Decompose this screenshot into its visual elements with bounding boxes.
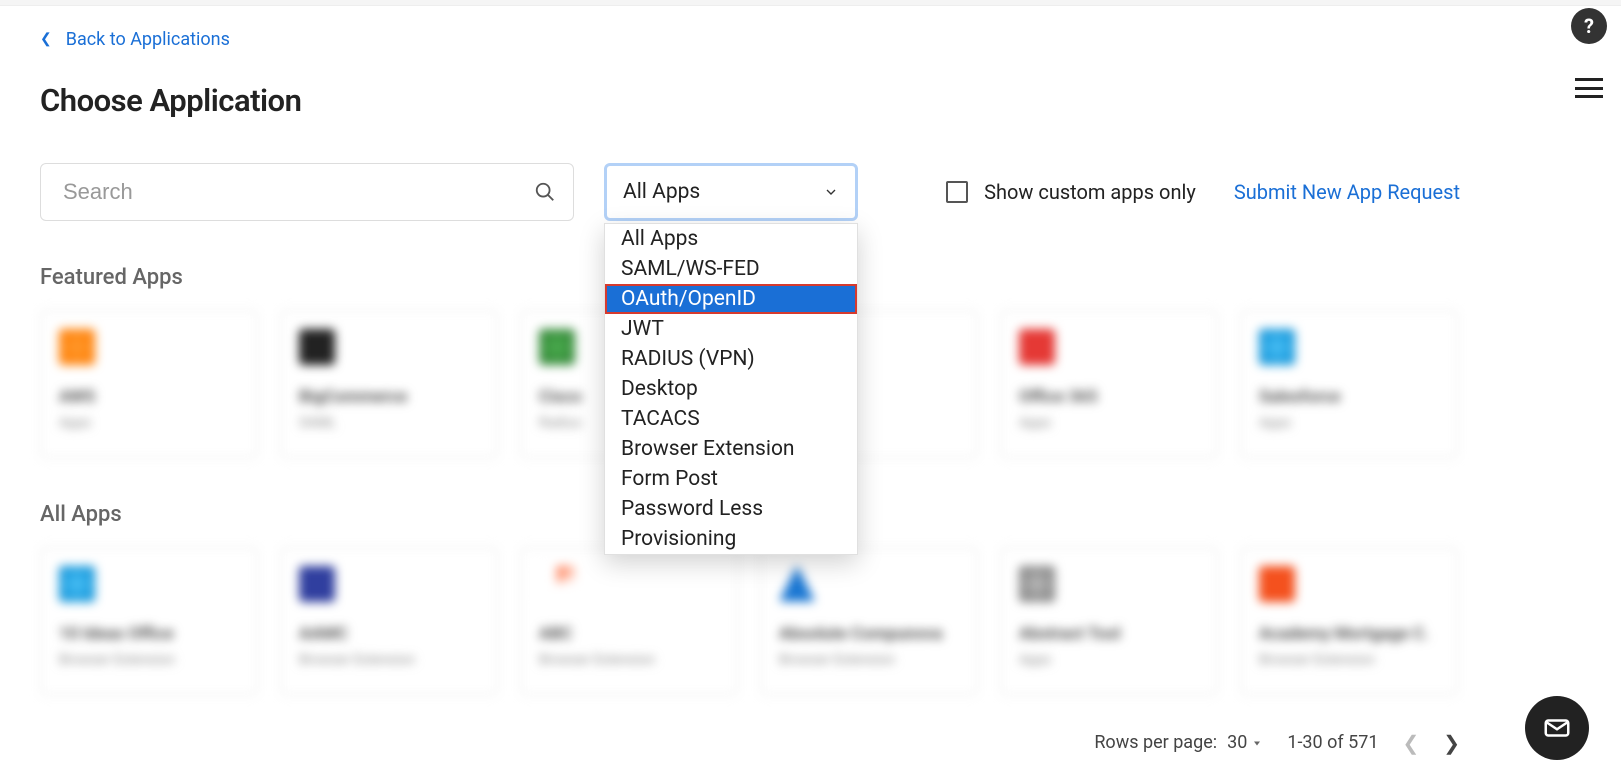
dropdown-option[interactable]: JWT (605, 314, 857, 344)
app-subtitle: Browser Extension (299, 652, 479, 668)
dropdown-option[interactable]: TACACS (605, 404, 857, 434)
main-content: ❮ Back to Applications Choose Applicatio… (0, 6, 1500, 695)
all-apps-row: 10 Ideas Office Browser Extension AAMC Brow… (40, 547, 1460, 695)
app-name: Academy Mortgage C. (1259, 624, 1439, 644)
search-field-wrap (40, 163, 574, 221)
app-subtitle: Browser Extension (1259, 652, 1439, 668)
app-name: Abstract Tool (1019, 624, 1199, 644)
app-card[interactable]: AAMC Browser Extension (280, 547, 498, 695)
app-name: Office 365 (1019, 387, 1199, 407)
app-subtitle: SAML (299, 415, 479, 431)
app-name: AWS (59, 387, 239, 407)
app-name: AAMC (299, 624, 479, 644)
dropdown-option[interactable]: Provisioning (605, 524, 857, 554)
menu-button[interactable] (1575, 78, 1603, 98)
chevron-left-icon: ❮ (40, 31, 52, 47)
app-icon (779, 566, 815, 602)
custom-only-wrap: Show custom apps only Submit New App Req… (946, 180, 1460, 204)
app-type-select[interactable]: All Apps (604, 163, 858, 221)
dropdown-option[interactable]: All Apps (605, 224, 857, 254)
back-link-label: Back to Applications (66, 29, 230, 50)
app-icon (1259, 566, 1295, 602)
app-name: BigCommerce (299, 387, 479, 407)
app-icon (539, 566, 575, 602)
app-subtitle: Browser Extension (779, 652, 959, 668)
app-name: Salesforce (1259, 387, 1439, 407)
right-rail: ? (1571, 8, 1607, 98)
app-subtitle: Apps (1019, 415, 1199, 431)
app-subtitle: Apps (1259, 415, 1439, 431)
app-type-dropdown: All AppsSAML/WS-FEDOAuth/OpenIDJWTRADIUS… (604, 223, 858, 555)
caret-down-icon (1251, 737, 1263, 749)
rows-per-page-select[interactable]: 30 (1227, 732, 1263, 753)
search-icon (534, 181, 556, 203)
back-to-applications-link[interactable]: ❮ Back to Applications (40, 29, 230, 50)
chevron-down-icon (823, 184, 839, 200)
controls-row: All Apps All AppsSAML/WS-FEDOAuth/OpenID… (40, 163, 1460, 221)
app-subtitle: Browser Extension (539, 652, 719, 668)
app-name: 10 Ideas Office (59, 624, 239, 644)
rows-per-page-label: Rows per page: (1094, 732, 1217, 753)
app-icon (59, 329, 95, 365)
app-icon (1259, 329, 1295, 365)
app-card[interactable]: Absolute Compunova Browser Extension (760, 547, 978, 695)
next-page-button[interactable]: ❯ (1443, 731, 1460, 755)
app-type-filter: All Apps All AppsSAML/WS-FEDOAuth/OpenID… (604, 163, 858, 221)
dropdown-option[interactable]: RADIUS (VPN) (605, 344, 857, 374)
app-subtitle: Apps (59, 415, 239, 431)
app-icon (299, 329, 335, 365)
dropdown-option[interactable]: Form Post (605, 464, 857, 494)
custom-only-label: Show custom apps only (984, 180, 1196, 204)
app-card[interactable]: Abstract Tool Apps (1000, 547, 1218, 695)
custom-only-checkbox[interactable] (946, 181, 968, 203)
app-subtitle: Apps (1019, 652, 1199, 668)
pagination-range: 1-30 of 571 (1287, 732, 1378, 753)
app-subtitle: Browser Extension (59, 652, 239, 668)
app-card[interactable]: BigCommerce SAML (280, 310, 498, 458)
page-title: Choose Application (40, 82, 1460, 119)
app-icon (299, 566, 335, 602)
dropdown-option[interactable]: Password Less (605, 494, 857, 524)
help-button[interactable]: ? (1571, 8, 1607, 44)
dropdown-option[interactable]: SAML/WS-FED (605, 254, 857, 284)
mail-icon (1542, 713, 1572, 743)
app-icon (59, 566, 95, 602)
app-icon (539, 329, 575, 365)
search-input[interactable] (40, 163, 574, 221)
app-type-current: All Apps (623, 180, 700, 204)
prev-page-button[interactable]: ❮ (1402, 731, 1419, 755)
app-name: Absolute Compunova (779, 624, 959, 644)
chat-button[interactable] (1525, 696, 1589, 760)
app-name: ABC (539, 624, 719, 644)
dropdown-option[interactable]: Browser Extension (605, 434, 857, 464)
dropdown-option[interactable]: Desktop (605, 374, 857, 404)
app-card[interactable]: Salesforce Apps (1240, 310, 1458, 458)
app-card[interactable]: ABC Browser Extension (520, 547, 738, 695)
app-card[interactable]: 10 Ideas Office Browser Extension (40, 547, 258, 695)
app-card[interactable]: AWS Apps (40, 310, 258, 458)
app-card[interactable]: Office 365 Apps (1000, 310, 1218, 458)
app-icon (1019, 329, 1055, 365)
pagination: Rows per page: 30 1-30 of 571 ❮ ❯ (1094, 731, 1460, 755)
dropdown-option[interactable]: OAuth/OpenID (605, 284, 857, 314)
app-card[interactable]: Academy Mortgage C. Browser Extension (1240, 547, 1458, 695)
submit-new-app-link[interactable]: Submit New App Request (1234, 180, 1460, 204)
app-icon (1019, 566, 1055, 602)
